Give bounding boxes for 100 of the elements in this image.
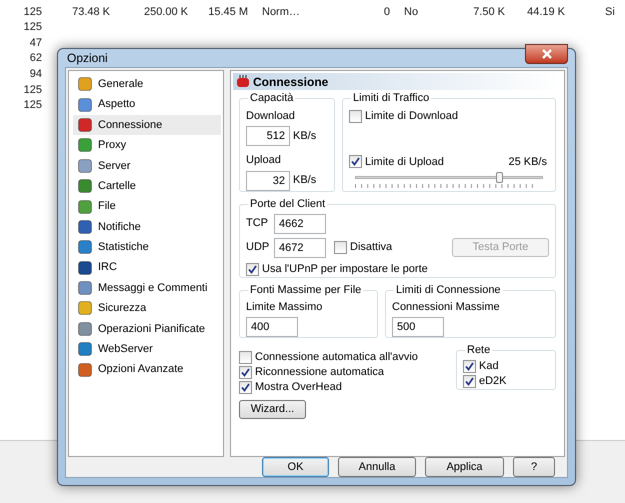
slider-reading: 25 KB/s	[508, 154, 548, 170]
checkbox[interactable]	[463, 360, 476, 372]
table-cell-text: 94	[28, 66, 42, 82]
sidebar-item[interactable]: WebServer	[73, 339, 221, 360]
checkbox[interactable]	[334, 241, 347, 254]
table-cell-text: 0	[382, 4, 390, 20]
field-label: TCP	[246, 216, 266, 232]
field-label: Limite Massimo	[246, 300, 324, 314]
slider-thumb[interactable]	[496, 172, 504, 183]
table-cell-text: 44.19 K	[526, 4, 565, 20]
sidebar-item[interactable]: Statistiche	[73, 237, 221, 258]
section-icon	[77, 96, 93, 113]
checkbox-label: Limite di Upload	[365, 154, 444, 170]
sidebar-item[interactable]: Sicurezza	[73, 298, 221, 319]
section-icon	[77, 158, 93, 174]
sidebar-item[interactable]: Proxy	[73, 135, 221, 156]
table-cell-text: Norm…	[261, 4, 301, 20]
plug-icon	[236, 75, 250, 88]
wizard-button[interactable]: Wizard...	[239, 400, 306, 419]
table-cell-text: No	[403, 4, 420, 20]
group-title: Porte del Client	[249, 197, 326, 212]
panel-title: Connessione	[253, 74, 328, 90]
checkbox[interactable]	[239, 381, 252, 394]
sidebar-item[interactable]: File	[73, 196, 221, 217]
section-icon	[77, 198, 93, 215]
sidebar-item[interactable]: Aspetto	[73, 94, 221, 115]
checkbox[interactable]	[349, 110, 362, 122]
sidebar-label: Connessione	[98, 118, 162, 133]
sidebar-label: Proxy	[98, 138, 126, 154]
field-label: Download	[246, 108, 296, 124]
sidebar-label: Sicurezza	[98, 301, 146, 316]
section-icon	[77, 341, 93, 358]
sidebar-item[interactable]: Generale	[73, 74, 221, 94]
sidebar-item[interactable]: Opzioni Avanzate	[73, 359, 221, 380]
section-icon	[77, 260, 93, 276]
sidebar-label: Opzioni Avanzate	[98, 362, 184, 378]
sidebar-label: Generale	[98, 76, 144, 92]
checkbox[interactable]	[246, 262, 259, 276]
field-label: Connessioni Massime	[392, 300, 501, 314]
group-title: Limiti di Traffico	[352, 91, 430, 106]
checkbox-label: Riconnessione automatica	[255, 365, 384, 380]
checkbox[interactable]	[463, 374, 476, 388]
group-title: Rete	[466, 343, 492, 358]
sidebar-label: Operazioni Pianificate	[98, 322, 206, 337]
dialog-button[interactable]: Applica	[425, 457, 504, 477]
table-cell-text: 47	[28, 36, 42, 51]
close-icon	[542, 49, 552, 59]
checkbox-label: Usa l'UPnP per impostare le porte	[262, 262, 428, 277]
section-icon	[77, 137, 93, 154]
window-title: Opzioni	[66, 50, 108, 67]
checkbox-label: eD2K	[479, 374, 507, 389]
sidebar-label: Notifiche	[98, 220, 141, 235]
input-field[interactable]: 4662	[274, 214, 326, 234]
dialog-button[interactable]: OK	[262, 457, 329, 477]
section-icon	[77, 280, 93, 296]
table-cell-text: 73.48 K	[71, 4, 110, 20]
table-cell-text: 125	[22, 82, 42, 98]
close-button[interactable]	[525, 44, 568, 64]
section-icon	[77, 362, 93, 378]
input-field[interactable]: 4672	[274, 238, 326, 258]
sidebar-item[interactable]: Notifiche	[73, 216, 221, 238]
section-icon	[77, 239, 93, 256]
sidebar-item[interactable]: Connessione	[73, 114, 221, 136]
input-field[interactable]: 512	[246, 126, 290, 146]
checkbox[interactable]	[349, 155, 362, 168]
input-field[interactable]: 400	[246, 317, 298, 337]
sidebar-item[interactable]: Server	[73, 156, 221, 176]
sidebar-item[interactable]: Cartelle	[73, 176, 221, 196]
checkbox[interactable]	[239, 351, 252, 364]
table-cell-text: 62	[28, 51, 42, 66]
sidebar-label: Server	[98, 158, 130, 174]
sidebar-label: IRC	[98, 260, 117, 276]
checkbox-label: Connessione automatica all'avvio	[255, 350, 418, 366]
table-cell-text: Si	[604, 4, 616, 20]
sidebar-item[interactable]: IRC	[73, 258, 221, 278]
dialog-button[interactable]: ?	[513, 457, 555, 477]
sidebar-label: Cartelle	[98, 178, 136, 194]
table-cell-text: 125	[22, 4, 42, 20]
table-cell-text: 125	[22, 20, 42, 36]
sidebar-label: Statistiche	[98, 240, 149, 256]
dialog-button[interactable]: Annulla	[338, 457, 416, 477]
section-icon	[77, 218, 93, 235]
input-field[interactable]: 32	[246, 170, 290, 190]
table-cell-text: 125	[22, 98, 42, 114]
section-icon	[77, 320, 93, 337]
input-field[interactable]: 500	[392, 317, 444, 337]
field-label: Upload	[246, 153, 282, 168]
group-title: Limiti di Connessione	[395, 283, 502, 298]
group-title: Fonti Massime per File	[249, 283, 362, 298]
checkbox-label: Disattiva	[350, 240, 392, 256]
section-icon	[77, 300, 93, 316]
table-cell-text: 15.45 M	[207, 4, 248, 20]
sidebar-item[interactable]: Messaggi e Commenti	[73, 278, 221, 298]
table-cell-text: 7.50 K	[472, 4, 505, 20]
checkbox-label: Mostra OverHead	[255, 380, 342, 396]
sidebar-label: Aspetto	[98, 97, 136, 112]
sidebar-label: WebServer	[98, 342, 153, 358]
sidebar-item[interactable]: Operazioni Pianificate	[73, 318, 221, 340]
sidebar-label: File	[98, 199, 116, 214]
checkbox[interactable]	[239, 366, 252, 379]
